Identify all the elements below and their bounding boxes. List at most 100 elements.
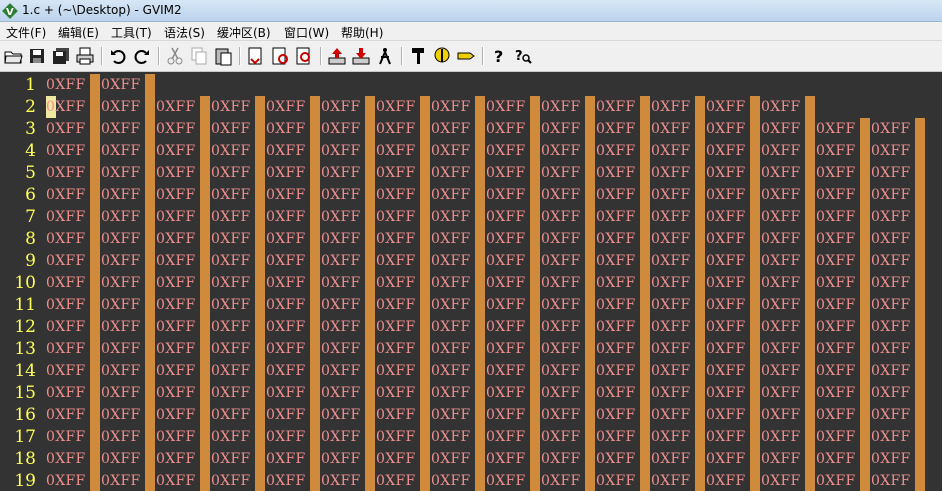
editor-line[interactable]: 16 0XFF 0XFF 0XFF 0XFF 0XFF 0XFF 0XFF 0XFF 0XFF 0X…: [0, 404, 942, 426]
editor-line[interactable]: 19 0XFF 0XFF 0XFF 0XFF 0XFF 0XFF 0XFF 0XFF 0XFF 0X…: [0, 470, 942, 491]
hex-token: 0XFF: [871, 297, 911, 313]
comma-highlight: [805, 448, 815, 470]
save-icon[interactable]: [26, 45, 48, 67]
editor-line[interactable]: 7 0XFF 0XFF 0XFF 0XFF 0XFF 0XFF 0XFF 0XFF 0XFF 0XF…: [0, 206, 942, 228]
hex-token: 0XFF: [101, 99, 141, 115]
comma-highlight: [310, 250, 320, 272]
hex-token: 0XFF: [321, 121, 361, 137]
comma-highlight: [860, 316, 870, 338]
help-icon[interactable]: ?: [488, 45, 510, 67]
editor-line[interactable]: 12 0XFF 0XFF 0XFF 0XFF 0XFF 0XFF 0XFF 0XFF 0XFF 0X…: [0, 316, 942, 338]
hex-token: 0XFF: [761, 385, 801, 401]
editor-line[interactable]: 14 0XFF 0XFF 0XFF 0XFF 0XFF 0XFF 0XFF 0XFF 0XFF 0X…: [0, 360, 942, 382]
comma-highlight: [530, 338, 540, 360]
open-icon[interactable]: [2, 45, 24, 67]
comma-highlight: [420, 448, 430, 470]
hex-token: 0XFF: [651, 275, 691, 291]
gvim-icon[interactable]: V: [2, 3, 18, 19]
print-icon[interactable]: [74, 45, 96, 67]
hex-token: 0XFF: [486, 253, 526, 269]
editor-line[interactable]: 4 0XFF 0XFF 0XFF 0XFF 0XFF 0XFF 0XFF 0XFF 0XFF 0XF…: [0, 140, 942, 162]
hex-token: 0XFF: [651, 363, 691, 379]
hex-token: 0XFF: [871, 429, 911, 445]
comma-highlight: [475, 448, 485, 470]
menu-window[interactable]: 窗口(W): [284, 24, 329, 41]
copy-icon[interactable]: [188, 45, 210, 67]
find-next-icon[interactable]: [269, 45, 291, 67]
hex-token: 0XFF: [431, 429, 471, 445]
comma-highlight: [420, 228, 430, 250]
save-session-icon[interactable]: [350, 45, 372, 67]
hex-token: 0XFF: [211, 165, 251, 181]
comma-highlight: [860, 118, 870, 140]
tags-icon[interactable]: [455, 45, 477, 67]
menu-syntax[interactable]: 语法(S): [164, 24, 205, 41]
hex-token: 0XFF: [376, 187, 416, 203]
editor-line[interactable]: 5 0XFF 0XFF 0XFF 0XFF 0XFF 0XFF 0XFF 0XFF 0XFF 0XF…: [0, 162, 942, 184]
editor-line[interactable]: 6 0XFF 0XFF 0XFF 0XFF 0XFF 0XFF 0XFF 0XFF 0XFF 0XF…: [0, 184, 942, 206]
comma-highlight: [310, 360, 320, 382]
save-all-icon[interactable]: [50, 45, 72, 67]
hex-token: 0XFF: [156, 297, 196, 313]
editor-line[interactable]: 13 0XFF 0XFF 0XFF 0XFF 0XFF 0XFF 0XFF 0XFF 0XFF 0X…: [0, 338, 942, 360]
comma-highlight: [860, 272, 870, 294]
editor-line[interactable]: 18 0XFF 0XFF 0XFF 0XFF 0XFF 0XFF 0XFF 0XFF 0XFF 0X…: [0, 448, 942, 470]
comma-highlight: [365, 382, 375, 404]
hex-token: 0XFF: [211, 187, 251, 203]
hex-token: 0XFF: [706, 143, 746, 159]
hex-token: 0XFF: [596, 253, 636, 269]
comma-highlight: [640, 404, 650, 426]
comma-highlight: [915, 426, 925, 448]
menu-tools[interactable]: 工具(T): [111, 24, 152, 41]
comma-highlight: [90, 228, 100, 250]
editor-line[interactable]: 9 0XFF 0XFF 0XFF 0XFF 0XFF 0XFF 0XFF 0XFF 0XFF 0XF…: [0, 250, 942, 272]
cut-icon[interactable]: [164, 45, 186, 67]
comma-highlight: [475, 250, 485, 272]
editor-area[interactable]: 1 0XFF 0XFF 2 0XFF 0XFF 0XFF 0XFF 0XFF 0XFF 0XFF 0X…: [0, 72, 942, 491]
comma-highlight: [805, 316, 815, 338]
hex-token: 0XFF: [596, 165, 636, 181]
hex-token: 0XFF: [46, 341, 86, 357]
hex-token: 0XFF: [816, 209, 856, 225]
comma-highlight: [310, 448, 320, 470]
find-replace-icon[interactable]: [245, 45, 267, 67]
comma-highlight: [255, 272, 265, 294]
menu-buffers[interactable]: 缓冲区(B): [217, 24, 271, 41]
hex-token: 0XFF: [651, 473, 691, 489]
editor-line[interactable]: 3 0XFF 0XFF 0XFF 0XFF 0XFF 0XFF 0XFF 0XFF 0XFF 0XF…: [0, 118, 942, 140]
hex-token: 0XFF: [101, 363, 141, 379]
make-icon[interactable]: [407, 45, 429, 67]
paste-icon[interactable]: [212, 45, 234, 67]
hex-token: 0XFF: [761, 231, 801, 247]
hex-token: 0XFF: [266, 99, 306, 115]
hex-token: 0XFF: [376, 363, 416, 379]
comma-highlight: [365, 250, 375, 272]
menu-edit[interactable]: 编辑(E): [58, 24, 99, 41]
shell-icon[interactable]: [431, 45, 453, 67]
hex-token: 0XFF: [871, 385, 911, 401]
undo-icon[interactable]: [107, 45, 129, 67]
menu-help[interactable]: 帮助(H): [341, 24, 383, 41]
find-help-icon[interactable]: ?: [512, 45, 534, 67]
comma-highlight: [530, 206, 540, 228]
editor-line[interactable]: 15 0XFF 0XFF 0XFF 0XFF 0XFF 0XFF 0XFF 0XFF 0XFF 0X…: [0, 382, 942, 404]
menu-file[interactable]: 文件(F): [6, 24, 46, 41]
find-prev-icon[interactable]: [293, 45, 315, 67]
load-session-icon[interactable]: [326, 45, 348, 67]
hex-token: 0XFF: [871, 319, 911, 335]
editor-line[interactable]: 17 0XFF 0XFF 0XFF 0XFF 0XFF 0XFF 0XFF 0XFF 0XFF 0X…: [0, 426, 942, 448]
editor-line[interactable]: 8 0XFF 0XFF 0XFF 0XFF 0XFF 0XFF 0XFF 0XFF 0XFF 0XF…: [0, 228, 942, 250]
editor-line[interactable]: 10 0XFF 0XFF 0XFF 0XFF 0XFF 0XFF 0XFF 0XFF 0XFF 0X…: [0, 272, 942, 294]
editor-line[interactable]: 11 0XFF 0XFF 0XFF 0XFF 0XFF 0XFF 0XFF 0XFF 0XFF 0X…: [0, 294, 942, 316]
comma-highlight: [420, 96, 430, 118]
comma-highlight: [365, 360, 375, 382]
comma-highlight: [695, 228, 705, 250]
editor-line[interactable]: 2 0XFF 0XFF 0XFF 0XFF 0XFF 0XFF 0XFF 0XFF 0XFF 0XF…: [0, 96, 942, 118]
editor-line[interactable]: 1 0XFF 0XFF: [0, 74, 942, 96]
hex-token: 0XFF: [871, 341, 911, 357]
hex-token: 0XFF: [46, 77, 86, 93]
comma-highlight: [750, 382, 760, 404]
redo-icon[interactable]: [131, 45, 153, 67]
hex-token: 0XFF: [211, 231, 251, 247]
run-script-icon[interactable]: [374, 45, 396, 67]
